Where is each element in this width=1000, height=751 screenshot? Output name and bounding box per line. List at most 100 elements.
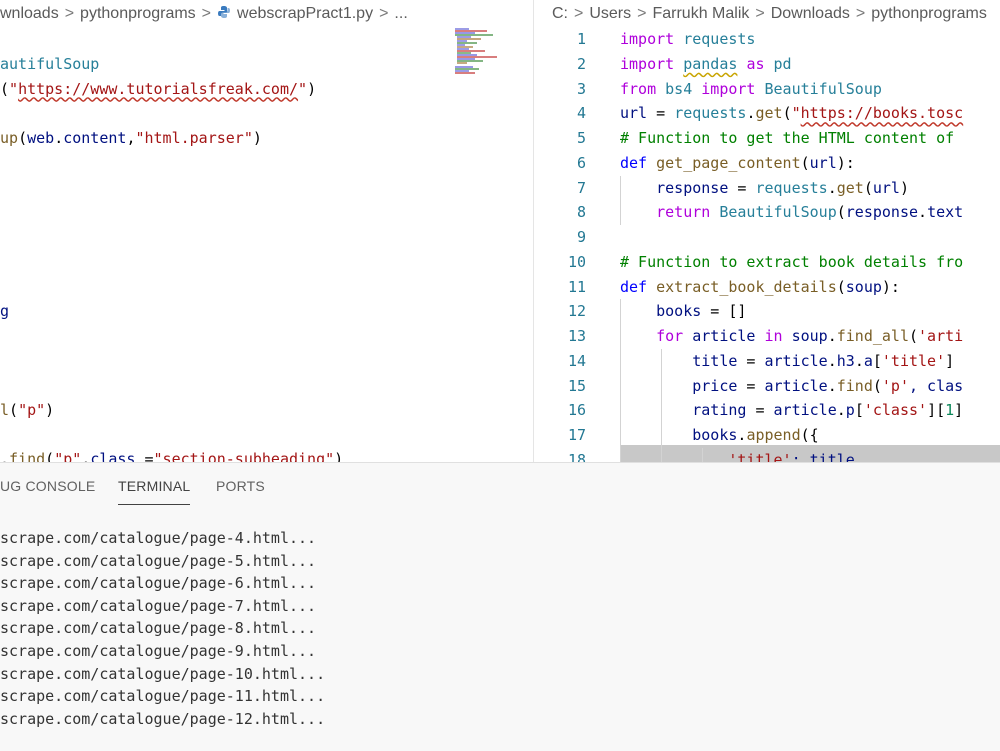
breadcrumb-item-pythonprograms[interactable]: pythonprograms [80,0,196,28]
tab-ports[interactable]: PORTS [216,478,265,500]
bottom-panel: UG CONSOLE TERMINAL PORTS scrape.com/cat… [0,462,1000,751]
terminal-line: scrape.com/catalogue/page-5.html... [0,551,317,570]
code-token: extract_book_details [656,277,837,296]
code-token: g [0,302,10,320]
terminal-line: scrape.com/catalogue/page-9.html... [0,642,317,660]
code-line[interactable]: response = requests.get(url) [620,176,909,201]
code-token: article [764,376,828,395]
line-number: 8 [576,203,586,222]
right-editor-pane[interactable]: C: > Users > Farrukh Malik > Downloads > pythonp… [534,0,1000,462]
code-token: append [746,426,801,444]
panel-tab-bar: UG CONSOLE TERMINAL PORTS [0,463,1000,509]
code-token: p [845,401,855,420]
code-token: ( [909,327,919,345]
code-token: . [827,376,837,395]
code-line[interactable]: autifulSoup [0,52,99,77]
code-line[interactable]: # Function to get the HTML content of [620,126,954,151]
code-token: for [656,327,684,345]
code-line[interactable]: url = requests.get("https://books.tosc [620,101,963,126]
code-token: ( [18,129,28,148]
code-token: get [836,178,864,197]
code-token: 'p' [881,376,909,395]
code-token: . [0,450,10,462]
code-line[interactable]: # Function to extract book details fro [620,250,963,275]
code-line[interactable]: 'title': title [620,448,855,462]
code-token: h3 [836,351,855,370]
code-line[interactable]: def get_page_content(url): [620,151,855,176]
code-token: books [656,302,702,321]
code-token: [ [872,351,882,370]
code-token: https://www.tutorialsfreak.com/ [18,79,299,98]
code-token: ( [836,277,846,296]
code-token: ( [800,153,810,172]
breadcrumb-item-file[interactable]: webscrapPract1.py [237,0,373,28]
code-token: class_ [90,450,145,462]
code-token: from [620,79,657,98]
code-token: import [620,30,675,48]
breadcrumb-item-more[interactable]: ... [394,0,407,28]
code-token: find [836,376,873,395]
tab-debug-console[interactable]: UG CONSOLE [0,478,95,500]
code-token: def [620,153,648,172]
breadcrumb-item-users[interactable]: Users [589,5,631,22]
breadcrumb-item-downloads[interactable]: Downloads [771,5,850,22]
code-token: . [827,327,837,345]
code-token: ( [782,104,792,123]
line-number: 3 [576,79,586,98]
line-number: 18 [567,450,586,462]
code-token: . [827,178,837,197]
code-token: title [692,351,738,370]
code-token: up [0,129,19,148]
line-number: 11 [567,277,586,296]
code-line[interactable]: price = article.find('p', clas [620,374,963,399]
breadcrumb-item-user[interactable]: Farrukh Malik [652,5,749,22]
breadcrumb-separator-icon: > [755,5,765,22]
code-line[interactable]: rating = article.p['class'][1] [620,398,963,423]
code-token: soup [791,327,828,345]
breadcrumb-separator-icon: > [637,5,647,22]
code-line[interactable]: from bs4 import BeautifulSoup [620,77,882,102]
code-token: = [737,351,765,370]
code-token: https://books.tosc [800,104,964,123]
code-line[interactable]: .find("p",class_="section-subheading") [0,447,343,462]
code-line[interactable]: books = [] [620,299,746,324]
code-line[interactable]: import requests [620,27,755,52]
code-line[interactable]: for article in soup.find_all('arti [620,324,963,349]
terminal-line: scrape.com/catalogue/page-11.html... [0,687,326,706]
code-line[interactable]: l("p") [0,398,54,423]
code-line[interactable]: books.append({ [620,423,818,448]
line-number: 12 [567,302,586,321]
code-line[interactable]: title = article.h3.a['title'] [620,349,954,374]
code-token: : title [791,450,855,462]
left-editor-pane[interactable]: wnloads > pythonprograms > webscrapPract1.py… [0,0,513,462]
code-line[interactable]: g [0,299,9,324]
breadcrumb-item-drive[interactable]: C: [552,5,568,22]
code-token: ( [9,400,19,419]
tab-terminal[interactable]: TERMINAL [118,478,191,505]
code-line[interactable]: import pandas as pd [620,52,792,77]
code-token: [ [854,401,864,420]
terminal-line: scrape.com/catalogue/page-8.html... [0,619,317,638]
code-line[interactable]: return BeautifulSoup(response.text [620,200,963,225]
code-line[interactable]: ("https://www.tutorialsfreak.com/") [0,77,316,102]
code-line[interactable]: def extract_book_details(soup): [620,275,900,300]
breadcrumb-item-downloads[interactable]: wnloads [0,0,59,28]
code-token: 'title' [881,351,946,370]
code-line[interactable]: up(web.content,"html.parser") [0,126,262,151]
breadcrumb-item-pythonprograms[interactable]: pythonprograms [871,5,987,22]
code-token: in [764,327,783,345]
code-token: 1 [945,401,955,420]
code-token: , clas [909,376,964,395]
code-token: text [927,203,964,222]
code-token: ] [954,401,964,420]
line-number: 6 [576,153,586,172]
minimap[interactable] [455,28,505,78]
